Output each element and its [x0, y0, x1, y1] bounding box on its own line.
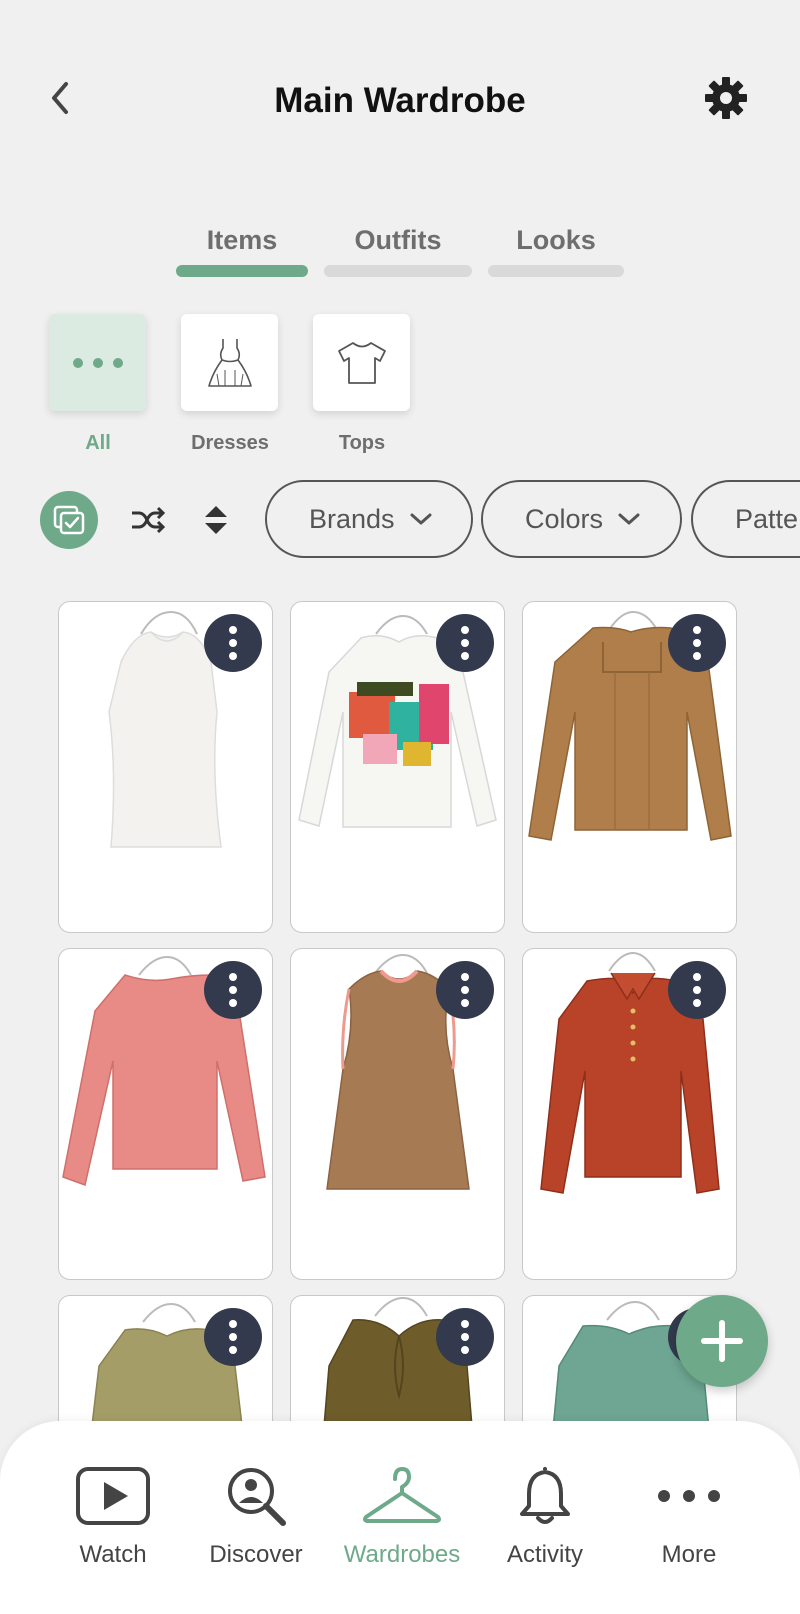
- nav-wardrobes[interactable]: Wardrobes: [332, 1461, 472, 1581]
- bottom-nav: Watch Discover Wardrobes Activity More: [0, 1421, 800, 1614]
- nav-more-label: More: [661, 1541, 717, 1568]
- page-title: Main Wardrobe: [274, 81, 526, 120]
- item-card[interactable]: [58, 1295, 273, 1421]
- category-tops-label: Tops: [338, 432, 386, 454]
- nav-wardrobes-label: Wardrobes: [343, 1541, 461, 1568]
- brands-filter-label: Brands: [309, 503, 395, 534]
- patterns-filter-label: Patte: [735, 503, 799, 534]
- nav-discover[interactable]: Discover: [186, 1461, 326, 1581]
- item-menu-button[interactable]: [436, 1308, 494, 1366]
- nav-more[interactable]: More: [619, 1461, 759, 1581]
- tab-items-indicator: [176, 265, 308, 277]
- item-card[interactable]: [290, 601, 505, 933]
- chevron-down-icon: [618, 513, 640, 525]
- category-dresses[interactable]: [181, 314, 278, 411]
- category-tops[interactable]: [313, 314, 410, 411]
- category-all-label: All: [85, 432, 111, 454]
- brands-filter[interactable]: Brands: [265, 480, 473, 558]
- shuffle-icon: [132, 506, 166, 534]
- item-menu-button[interactable]: [436, 961, 494, 1019]
- colors-filter-label: Colors: [525, 503, 604, 534]
- item-menu-button[interactable]: [204, 961, 262, 1019]
- hanger-icon: [363, 1467, 441, 1523]
- tab-items[interactable]: Items: [176, 222, 308, 258]
- multi-select-button[interactable]: [40, 491, 98, 549]
- tab-looks[interactable]: Looks: [488, 222, 624, 258]
- category-all[interactable]: [49, 314, 146, 411]
- item-menu-button[interactable]: [668, 614, 726, 672]
- shuffle-button[interactable]: [124, 496, 172, 544]
- item-menu-button[interactable]: [668, 961, 726, 1019]
- item-card[interactable]: [290, 948, 505, 1280]
- chevron-down-icon: [410, 513, 432, 525]
- nav-discover-label: Discover: [209, 1541, 303, 1568]
- item-card[interactable]: [290, 1295, 505, 1421]
- item-card[interactable]: [522, 948, 737, 1280]
- item-card[interactable]: [58, 948, 273, 1280]
- colors-filter[interactable]: Colors: [481, 480, 682, 558]
- bell-icon: [520, 1467, 570, 1524]
- sort-button[interactable]: [192, 496, 240, 544]
- gear-icon: [705, 77, 747, 119]
- category-dresses-label: Dresses: [191, 432, 269, 454]
- item-menu-button[interactable]: [204, 614, 262, 672]
- items-grid: [58, 601, 740, 1421]
- plus-icon: [701, 1320, 743, 1362]
- item-card[interactable]: [522, 601, 737, 933]
- nav-activity[interactable]: Activity: [475, 1461, 615, 1581]
- nav-watch-label: Watch: [79, 1541, 147, 1568]
- dress-icon: [207, 338, 252, 387]
- sort-icon: [205, 506, 227, 534]
- discover-icon: [228, 1468, 286, 1526]
- item-menu-button[interactable]: [436, 614, 494, 672]
- nav-activity-label: Activity: [506, 1541, 583, 1568]
- tab-outfits-indicator: [324, 265, 472, 277]
- nav-watch[interactable]: Watch: [43, 1461, 183, 1581]
- multi-select-icon: [53, 505, 85, 535]
- settings-button[interactable]: [700, 72, 752, 124]
- tab-looks-indicator: [488, 265, 624, 277]
- more-dots-icon: [658, 1490, 720, 1502]
- add-item-button[interactable]: [676, 1295, 768, 1387]
- item-menu-button[interactable]: [204, 1308, 262, 1366]
- patterns-filter[interactable]: Patte: [691, 480, 800, 558]
- more-dots-icon: [72, 357, 123, 368]
- play-icon: [76, 1467, 150, 1525]
- item-card[interactable]: [58, 601, 273, 933]
- tshirt-icon: [337, 341, 386, 384]
- tab-outfits[interactable]: Outfits: [324, 222, 472, 258]
